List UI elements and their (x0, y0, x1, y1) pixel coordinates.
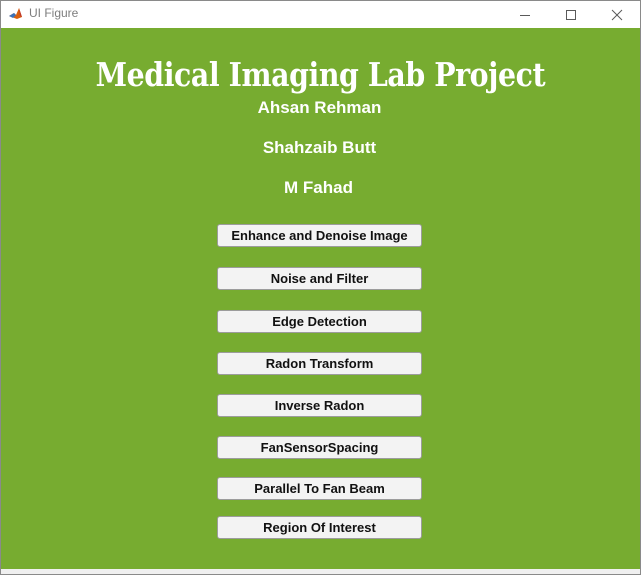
maximize-button[interactable] (548, 1, 594, 28)
window-title: UI Figure (29, 6, 79, 20)
enhance-denoise-button[interactable]: Enhance and Denoise Image (217, 224, 422, 247)
minimize-button[interactable] (502, 1, 548, 28)
window-bottom-edge (1, 569, 640, 574)
region-of-interest-button[interactable]: Region Of Interest (217, 516, 422, 539)
noise-filter-button[interactable]: Noise and Filter (217, 267, 422, 290)
maximize-icon (566, 9, 576, 20)
figure-content: Medical Imaging Lab Project Ahsan Rehman… (1, 28, 640, 569)
page-title: Medical Imaging Lab Project (95, 55, 546, 94)
title-bar[interactable]: UI Figure (1, 1, 640, 28)
close-button[interactable] (594, 1, 640, 28)
ui-figure-window: UI Figure Medical Imaging Lab Project Ah… (0, 0, 641, 575)
author-name: Ahsan Rehman (257, 98, 382, 117)
fan-sensor-spacing-button[interactable]: FanSensorSpacing (217, 436, 422, 459)
minimize-icon (520, 14, 530, 16)
matlab-icon (8, 6, 23, 21)
author-name: M Fahad (284, 178, 353, 197)
inverse-radon-button[interactable]: Inverse Radon (217, 394, 422, 417)
radon-transform-button[interactable]: Radon Transform (217, 352, 422, 375)
close-icon (611, 9, 623, 20)
author-name: Shahzaib Butt (262, 138, 377, 157)
parallel-to-fan-beam-button[interactable]: Parallel To Fan Beam (217, 477, 422, 500)
edge-detection-button[interactable]: Edge Detection (217, 310, 422, 333)
